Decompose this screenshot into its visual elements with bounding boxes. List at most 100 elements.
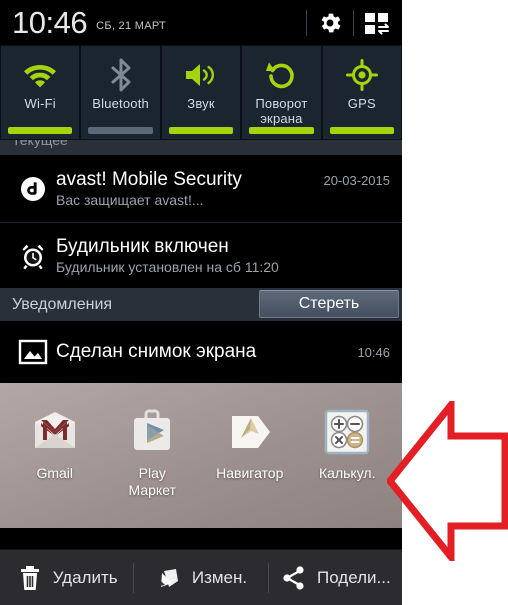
toggle-wifi[interactable]: Wi-Fi [1,46,80,139]
play-store-icon [125,405,179,459]
gmail-icon [28,405,82,459]
navigator-icon-glyph [231,416,270,448]
left-arrow-annotation-shape [387,401,508,561]
app-calculator-label: Калькул. [319,465,376,481]
gps-icon-glyph [345,59,378,91]
notification-title: Будильник включен [56,236,229,257]
panels-icon-glyph [365,12,389,34]
bluetooth-icon [108,55,134,95]
toggle-gps-label: GPS [347,96,376,111]
calculator-icon [320,405,374,459]
volume-icon-glyph [186,64,215,86]
image-icon [10,339,56,365]
toggle-screen-rotation-label: Поворот экрана [255,96,307,126]
toggle-wifi-label: Wi-Fi [24,96,56,111]
notification-subtitle: Будильник установлен на сб 11:20 [56,259,279,275]
toggle-gps[interactable]: GPS [322,46,402,139]
calculator-icon-glyph [325,409,370,455]
edit-action-label: Измен. [191,567,248,587]
app-navigator-label: Навигатор [216,465,284,481]
share-icon-glyph [283,565,304,590]
panels-icon[interactable] [364,11,392,35]
rotation-label-line2: экрана [260,111,303,126]
status-clock: 10:46 [12,5,88,40]
app-navigator[interactable]: Навигатор [201,405,299,499]
quick-settings-toggles: Wi-Fi Bluetooth Звук Поворот экрана GPS [0,45,402,140]
trash-icon-glyph [20,565,39,590]
ongoing-section-label: Текущее [12,140,68,148]
notification-subtitle: Вас защищает avast!... [56,192,204,208]
home-screen-wallpaper: Gmail Play Маркет Навигатор Калькул. [0,383,402,528]
share-action-label: Подели... [316,567,391,587]
wifi-icon-glyph [24,65,57,88]
toggle-bluetooth-label: Bluetooth [92,96,149,111]
play-label-line1: Play [138,465,166,481]
notification-title: Сделан снимок экрана [56,341,257,362]
notifications-section-label: Уведомления [12,295,113,313]
ongoing-section-header: Текущее [0,140,402,155]
app-gmail-label: Gmail [36,465,74,481]
left-arrow-annotation [387,401,508,561]
notification-body: avast! Mobile Security 20-03-2015 Вас за… [56,169,390,208]
notification-title-row: Будильник включен [56,236,390,258]
toggle-gps-state-bar [329,127,395,134]
notification-time: 10:46 [357,345,390,360]
gmail-icon-glyph [34,412,75,448]
gear-icon[interactable] [317,10,343,36]
toggle-sound[interactable]: Звук [161,46,241,139]
play-store-icon-glyph [134,409,171,450]
edit-action[interactable]: Измен. [134,550,267,605]
notification-item-screenshot[interactable]: Сделан снимок экрана 10:46 [0,321,402,383]
gear-icon-glyph [321,13,341,32]
navigator-icon [223,405,277,459]
status-divider-1 [306,9,307,36]
share-action[interactable]: Подели... [269,550,402,605]
avast-icon-glyph [21,176,45,201]
alarm-icon [10,241,56,271]
app-gmail[interactable]: Gmail [6,405,104,499]
pencil-icon-glyph [159,568,178,587]
notification-title-row: avast! Mobile Security 20-03-2015 [56,169,390,191]
trash-icon [16,564,44,592]
gps-icon [345,55,378,95]
rotation-label-line1: Поворот [255,96,308,111]
delete-action-label: Удалить [52,567,118,587]
toggle-screen-rotation[interactable]: Поворот экрана [242,46,321,139]
notifications-section-header: Уведомления Стереть [0,288,402,321]
alarm-icon-glyph [22,244,44,269]
app-calculator[interactable]: Калькул. [299,405,397,499]
notification-body: Сделан снимок экрана 10:46 [56,341,390,363]
toggle-screen-rotation-state-bar [249,127,314,134]
bottom-action-bar: Удалить Измен. Подели... [0,549,402,605]
clear-notifications-button[interactable]: Стереть [259,290,399,318]
toggle-bluetooth-state-bar [88,127,153,134]
status-date: СБ, 21 МАРТ [96,19,167,32]
toggle-wifi-state-bar [8,127,73,134]
volume-icon [183,55,219,95]
notification-time: 20-03-2015 [323,173,391,188]
wifi-icon [22,55,58,95]
app-play-store[interactable]: Play Маркет [104,405,202,499]
toggle-sound-label: Звук [187,96,215,111]
notification-item-avast[interactable]: avast! Mobile Security 20-03-2015 Вас за… [0,155,402,223]
toggle-bluetooth[interactable]: Bluetooth [81,46,160,139]
notification-item-alarm[interactable]: Будильник включен Будильник установлен н… [0,223,402,288]
share-icon [280,564,308,592]
image-icon-glyph [18,339,48,365]
avast-icon [10,174,56,204]
app-row: Gmail Play Маркет Навигатор Калькул. [0,383,402,499]
status-divider-2 [353,9,354,36]
play-label-line2: Маркет [128,482,176,498]
pencil-icon [155,564,183,592]
app-play-store-label: Play Маркет [129,465,176,499]
phone-screenshot: 10:46 СБ, 21 МАРТ Wi-Fi Bluetooth Звук П… [0,0,402,605]
notification-title: avast! Mobile Security [56,169,242,190]
bluetooth-icon-glyph [111,58,131,92]
rotate-icon-glyph [266,62,295,89]
notification-body: Будильник включен Будильник установлен н… [56,236,390,275]
toggle-sound-state-bar [168,127,234,134]
notification-title-row: Сделан снимок экрана 10:46 [56,341,390,363]
rotate-icon [265,55,297,95]
delete-action[interactable]: Удалить [0,550,133,605]
status-bar: 10:46 СБ, 21 МАРТ [0,0,402,45]
